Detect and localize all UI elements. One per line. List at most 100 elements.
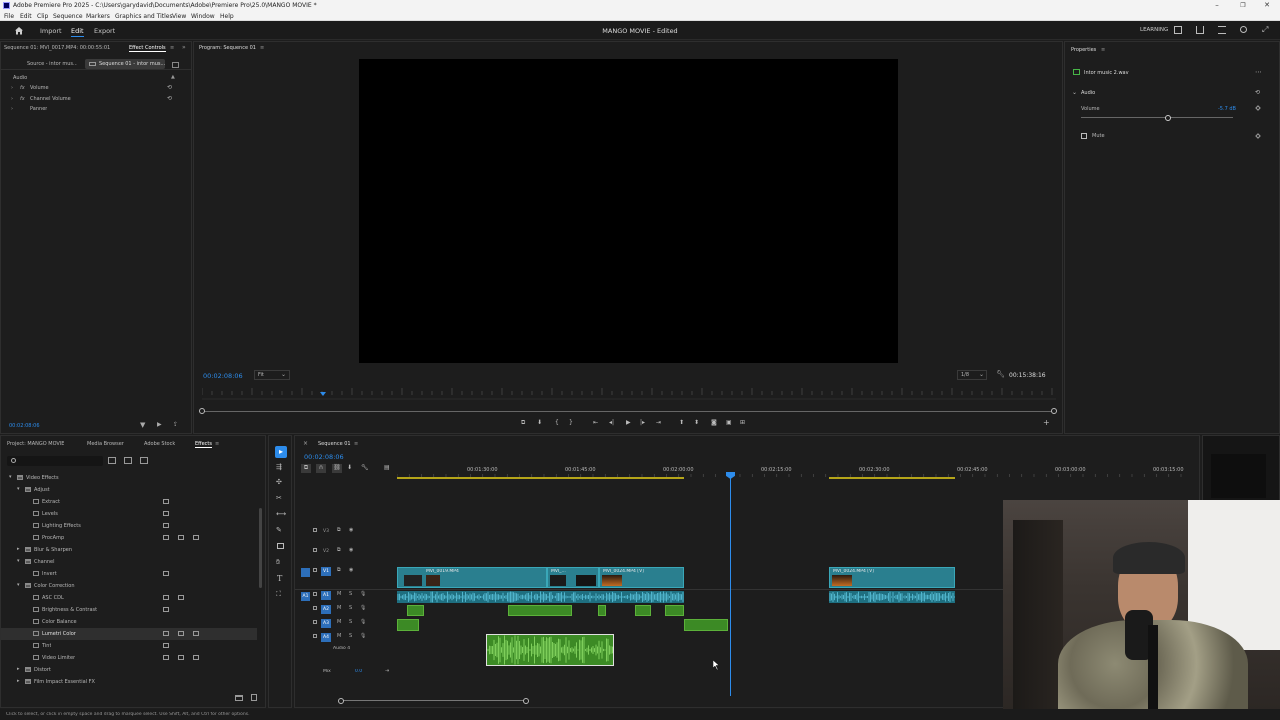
trash-icon[interactable] <box>251 694 257 701</box>
scroll-handle-right[interactable] <box>1051 408 1057 414</box>
clip-a2-b[interactable] <box>508 605 572 616</box>
keyframe-icon[interactable] <box>1255 105 1261 111</box>
microphone-icon[interactable]: 🎙︎ <box>360 605 366 611</box>
go-to-end-icon[interactable]: ⇥ <box>385 668 389 674</box>
button-editor-plus-icon[interactable]: + <box>1043 418 1050 427</box>
keyframe-icon[interactable] <box>1255 133 1261 139</box>
program-video-frame[interactable] <box>359 59 898 363</box>
clip-a3-b[interactable] <box>684 619 728 631</box>
scrollbar[interactable] <box>259 508 262 588</box>
32bit-effects-icon[interactable] <box>124 457 132 464</box>
rectangle-tool-icon[interactable] <box>277 543 284 549</box>
yuv-effects-icon[interactable] <box>140 457 148 464</box>
sync-lock-icon[interactable]: ⧉ <box>337 547 341 553</box>
mute-track-icon[interactable]: M <box>337 591 341 597</box>
play-icon[interactable]: ▶ <box>626 419 631 426</box>
slider-thumb[interactable] <box>1165 115 1171 121</box>
effects-tree-item[interactable]: Color Balance <box>1 616 257 628</box>
mute-track-icon[interactable]: M <box>337 619 341 625</box>
work-area-bar[interactable] <box>397 477 684 479</box>
clip-a2-c[interactable] <box>598 605 606 616</box>
tab-effects[interactable]: Effects <box>195 441 212 448</box>
timeline-timecode[interactable]: 00:02:08:06 <box>304 453 344 461</box>
track-target[interactable]: V1 <box>321 567 331 576</box>
snap-icon[interactable]: ∩ <box>316 464 326 473</box>
tab-import[interactable]: Import <box>40 27 62 35</box>
effects-tree-item[interactable]: Video Limiter <box>1 652 257 664</box>
add-marker-icon[interactable]: ⬇ <box>537 419 542 426</box>
effects-search-input[interactable] <box>7 456 103 466</box>
linked-selection-icon[interactable]: ⛓ <box>332 464 342 473</box>
track-target[interactable]: A4 <box>321 633 331 642</box>
mute-track-icon[interactable]: M <box>337 633 341 639</box>
eye-icon[interactable]: ◉ <box>349 527 353 533</box>
pen-tool-icon[interactable]: ✎ <box>276 526 282 534</box>
clip-a1-b[interactable] <box>829 591 955 603</box>
eye-icon[interactable]: ◉ <box>349 567 353 573</box>
effects-tree-item[interactable]: Levels <box>1 508 257 520</box>
menu-edit[interactable]: Edit <box>20 13 32 20</box>
program-time-ruler[interactable] <box>202 386 1056 400</box>
effect-controls-timecode[interactable]: 00:02:08:06 <box>9 423 40 429</box>
clip-a3-a[interactable] <box>397 619 419 631</box>
razor-tool-icon[interactable]: ✂ <box>276 494 282 502</box>
lock-icon[interactable] <box>313 620 317 624</box>
panel-menu-icon[interactable]: ≡ <box>1101 47 1105 53</box>
effects-tree-item[interactable]: ▸ Blur & Sharpen <box>1 544 257 556</box>
clip-v1-d[interactable]: MVI_0024.MP4 [V] <box>829 567 955 588</box>
panel-menu-icon[interactable]: ≡ <box>170 45 174 51</box>
volume-value[interactable]: -5.7 dB <box>1218 106 1236 112</box>
expand-arrow-icon[interactable]: › <box>11 106 13 112</box>
add-marker-icon[interactable]: ⬇ <box>347 464 352 471</box>
scroll-up-icon[interactable]: ▲ <box>171 74 175 80</box>
panel-menu-icon[interactable]: ≡ <box>260 45 264 51</box>
chevron-down-icon[interactable]: ▾ <box>17 582 20 588</box>
toggle-timeline-icon[interactable] <box>172 62 179 68</box>
timeline-settings-icon[interactable]: 🔧︎ <box>361 464 369 471</box>
menu-window[interactable]: Window <box>191 13 215 20</box>
effects-tree-item[interactable]: Lumetri Color <box>1 628 257 640</box>
track-target[interactable]: A2 <box>321 605 331 614</box>
fit-dropdown[interactable]: Fit ⌄ <box>254 370 290 380</box>
effects-tree-item[interactable]: Invert <box>1 568 257 580</box>
lift-icon[interactable]: ⬆ <box>679 419 684 426</box>
playhead[interactable] <box>730 472 731 696</box>
effects-tree-item[interactable]: ASC CDL <box>1 592 257 604</box>
effects-tree-item[interactable]: ▾ Color Correction <box>1 580 257 592</box>
eye-icon[interactable]: ◉ <box>349 547 353 553</box>
scroll-handle-right[interactable] <box>523 698 529 704</box>
effects-tree-item[interactable]: ▾ Video Effects <box>1 472 257 484</box>
menu-file[interactable]: File <box>4 13 14 20</box>
panel-menu-icon[interactable]: ≡ <box>354 441 358 447</box>
go-to-out-icon[interactable]: ⇥ <box>656 419 661 426</box>
tab-adobe-stock[interactable]: Adobe Stock <box>144 441 175 447</box>
source-patch[interactable] <box>301 568 310 577</box>
step-back-icon[interactable]: ◂| <box>609 419 614 426</box>
effects-tree-item[interactable]: Extract <box>1 496 257 508</box>
clip-v1-c[interactable]: MVI_0024.MP4 [V] <box>576 567 684 588</box>
quick-export-icon[interactable] <box>1196 26 1204 34</box>
channel-volume-effect-row[interactable]: › fx Channel Volume ⟲ <box>1 95 191 105</box>
mark-in-icon[interactable]: { <box>555 419 559 426</box>
tab-media-browser[interactable]: Media Browser <box>87 441 124 447</box>
microphone-icon[interactable]: 🎙︎ <box>360 619 366 625</box>
menu-sequence[interactable]: Sequence <box>53 13 83 20</box>
more-options-icon[interactable]: ⋯ <box>1255 68 1262 76</box>
reset-icon[interactable]: ⟲ <box>167 84 172 91</box>
mix-value[interactable]: 0.0 <box>355 669 362 674</box>
chevron-right-icon[interactable]: ▸ <box>17 666 20 672</box>
workspaces-menu-icon[interactable] <box>1218 26 1226 34</box>
export-frame-icon[interactable]: ◙ <box>711 419 717 426</box>
expand-arrow-icon[interactable]: › <box>11 85 13 91</box>
effects-tree-item[interactable]: Tint <box>1 640 257 652</box>
program-timecode[interactable]: 00:02:08:06 <box>203 372 243 380</box>
settings-wrench-icon[interactable]: 🔧︎ <box>996 370 1005 378</box>
chevron-down-icon[interactable]: ▾ <box>17 486 20 492</box>
timeline-close-icon[interactable]: × <box>303 440 308 447</box>
scroll-handle-left[interactable] <box>199 408 205 414</box>
hand-tool-icon[interactable]: ✋︎ <box>276 558 280 567</box>
new-bin-icon[interactable] <box>235 695 243 701</box>
effects-tree-item[interactable]: ▾ Adjust <box>1 484 257 496</box>
expand-arrow-icon[interactable]: › <box>11 96 13 102</box>
solo-track-icon[interactable]: S <box>349 591 352 597</box>
